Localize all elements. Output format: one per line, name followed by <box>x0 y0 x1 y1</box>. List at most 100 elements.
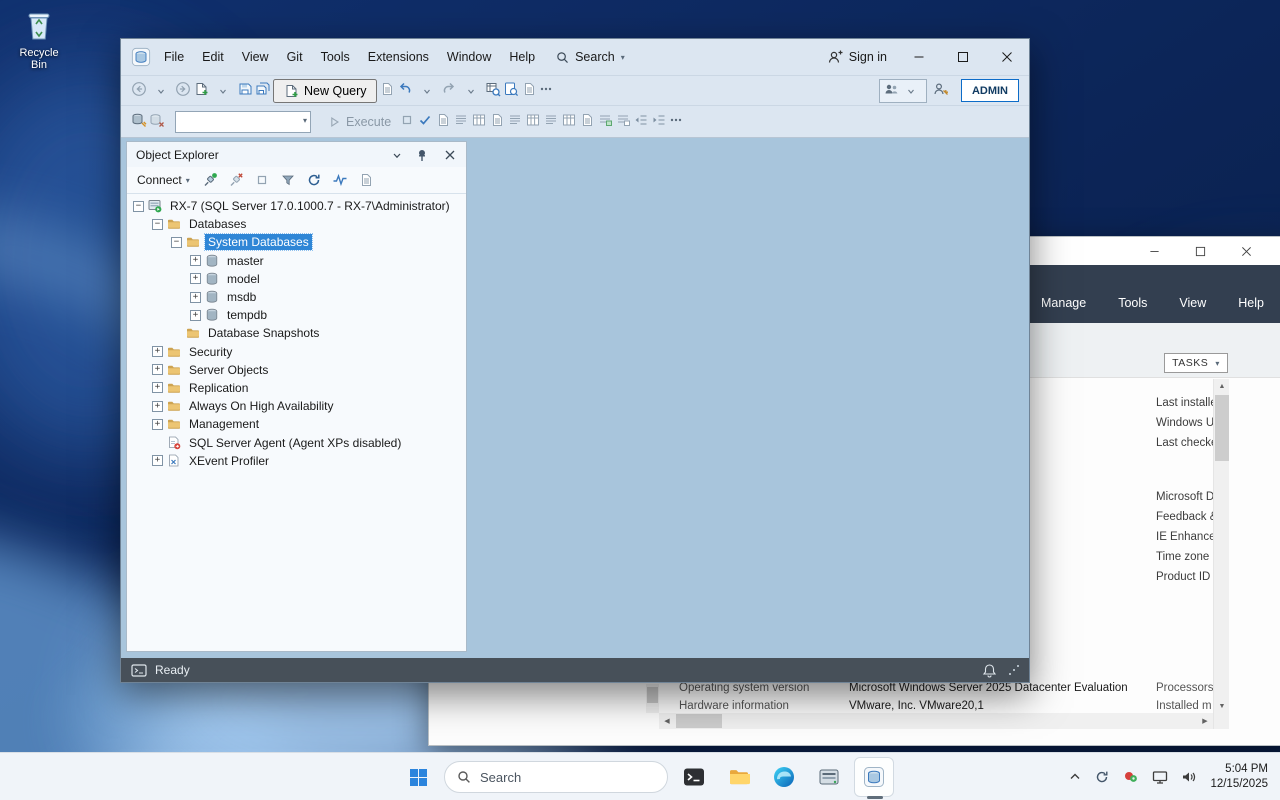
tree-item[interactable]: + Always On High Availability <box>127 397 466 415</box>
sm-menu-item-manage[interactable]: Manage <box>1041 296 1086 310</box>
connect-dropdown[interactable]: Connect ▾ <box>133 173 194 187</box>
taskbar-clock[interactable]: 5:04 PM 12/15/2025 <box>1210 762 1268 792</box>
scrollbar-thumb[interactable] <box>676 714 722 728</box>
connect-database-icon[interactable] <box>131 112 147 131</box>
hardware-icon[interactable] <box>1123 769 1139 785</box>
taskbar-app-terminal[interactable] <box>674 757 714 797</box>
stop-icon[interactable] <box>251 169 273 191</box>
close-icon[interactable] <box>442 147 458 163</box>
tree-expander-plus[interactable]: + <box>152 346 163 358</box>
overflow-icon[interactable] <box>669 112 683 131</box>
file-search-icon[interactable] <box>503 81 519 100</box>
maximize-button[interactable] <box>1177 237 1223 265</box>
tree-item[interactable]: + Security <box>127 343 466 361</box>
scroll-up-icon[interactable]: ▲ <box>1214 379 1230 393</box>
uncomment-icon[interactable] <box>615 112 631 131</box>
menu-item-edit[interactable]: Edit <box>193 39 233 75</box>
tree-item[interactable]: + tempdb <box>127 306 466 324</box>
menu-item-view[interactable]: View <box>233 39 278 75</box>
results-text-icon[interactable] <box>543 112 559 131</box>
people-icon[interactable] <box>883 81 899 100</box>
menu-item-extensions[interactable]: Extensions <box>359 39 438 75</box>
menu-item-file[interactable]: File <box>155 39 193 75</box>
pin-icon[interactable] <box>414 147 430 163</box>
caret-down-icon[interactable] <box>149 79 173 103</box>
new-file-icon[interactable] <box>193 81 209 100</box>
taskbar-app-ssms[interactable] <box>854 757 894 799</box>
tree-expander-plus[interactable]: + <box>152 382 163 394</box>
tree-expander-plus[interactable]: + <box>190 291 201 303</box>
table-search-icon[interactable] <box>485 81 501 100</box>
taskbar-app-server-manager[interactable] <box>809 757 849 797</box>
caret-down-icon[interactable] <box>415 79 439 103</box>
tree-expander-plus[interactable]: + <box>190 309 201 321</box>
tree-item[interactable]: + Server Objects <box>127 361 466 379</box>
document-icon[interactable] <box>379 81 395 100</box>
save-icon[interactable] <box>237 81 253 100</box>
caret-down-icon[interactable] <box>459 79 483 103</box>
admin-button[interactable]: ADMIN <box>960 79 1019 102</box>
intellisense-icon[interactable] <box>471 112 487 131</box>
close-button[interactable] <box>1223 237 1269 265</box>
tree-expander-plus[interactable]: + <box>152 418 163 430</box>
connect-plug-icon[interactable] <box>199 169 221 191</box>
pane-scrollbar[interactable] <box>646 684 659 713</box>
filter-icon[interactable] <box>277 169 299 191</box>
volume-icon[interactable] <box>1181 769 1197 785</box>
tree-item[interactable]: + Replication <box>127 379 466 397</box>
refresh-icon[interactable] <box>303 169 325 191</box>
caret-down-icon[interactable] <box>899 79 923 103</box>
save-all-icon[interactable] <box>255 81 271 100</box>
change-connection-icon[interactable] <box>149 112 165 131</box>
tree-item[interactable]: + Management <box>127 415 466 433</box>
indent-decrease-icon[interactable] <box>633 112 649 131</box>
sm-menu-item-tools[interactable]: Tools <box>1118 296 1147 310</box>
menu-item-git[interactable]: Git <box>278 39 312 75</box>
minimize-button[interactable] <box>897 39 941 75</box>
tree-item[interactable]: − System Databases <box>127 233 466 252</box>
scroll-right-icon[interactable]: ▶ <box>1197 713 1213 729</box>
results-file-icon[interactable] <box>579 112 595 131</box>
activity-monitor-icon[interactable] <box>329 169 351 191</box>
taskbar-app-file-explorer[interactable] <box>719 757 759 797</box>
stop-icon[interactable] <box>399 112 415 131</box>
parse-check-icon[interactable] <box>417 112 433 131</box>
scroll-left-icon[interactable]: ◀ <box>659 713 675 729</box>
tree-item[interactable]: − Databases <box>127 215 466 233</box>
forward-icon[interactable] <box>175 81 191 100</box>
overflow-icon[interactable] <box>539 81 553 100</box>
maximize-button[interactable] <box>941 39 985 75</box>
tree-item[interactable]: + model <box>127 270 466 288</box>
include-plan-icon[interactable] <box>489 112 505 131</box>
user-plug-icon[interactable] <box>933 81 949 100</box>
minimize-button[interactable] <box>1131 237 1177 265</box>
tree-item[interactable]: + XEvent Profiler <box>127 452 466 470</box>
tree-item[interactable]: + msdb <box>127 288 466 306</box>
tree-expander-plus[interactable]: + <box>190 273 201 285</box>
caret-down-icon[interactable] <box>211 79 235 103</box>
recycle-bin-icon[interactable]: Recycle Bin <box>10 8 68 71</box>
client-stats-icon[interactable] <box>525 112 541 131</box>
menu-item-window[interactable]: Window <box>438 39 500 75</box>
estimated-plan-icon[interactable] <box>435 112 451 131</box>
menu-item-help[interactable]: Help <box>500 39 544 75</box>
sync-icon[interactable] <box>1094 769 1110 785</box>
available-databases-combobox[interactable]: ▾ <box>175 110 311 133</box>
horizontal-scrollbar[interactable]: ◀ ▶ <box>659 713 1213 729</box>
tree-item[interactable]: Database Snapshots <box>127 324 466 342</box>
taskbar-app-edge[interactable] <box>764 757 804 797</box>
tree-item[interactable]: + master <box>127 252 466 270</box>
network-icon[interactable] <box>1152 769 1168 785</box>
indent-increase-icon[interactable] <box>651 112 667 131</box>
vertical-scrollbar[interactable]: ▲ ▼ <box>1213 379 1229 713</box>
close-button[interactable] <box>985 39 1029 75</box>
tree-expander-minus[interactable]: − <box>152 218 163 230</box>
tree-item[interactable]: SQL Server Agent (Agent XPs disabled) <box>127 433 466 451</box>
user-accounts-button[interactable] <box>878 78 927 103</box>
comment-icon[interactable] <box>597 112 613 131</box>
execute-button[interactable]: Execute <box>321 115 397 129</box>
tree-expander-plus[interactable]: + <box>152 455 163 467</box>
tasks-button[interactable]: TASKS ▾ <box>1164 353 1228 373</box>
disconnect-plug-icon[interactable] <box>225 169 247 191</box>
resize-grip[interactable] <box>1009 665 1019 675</box>
